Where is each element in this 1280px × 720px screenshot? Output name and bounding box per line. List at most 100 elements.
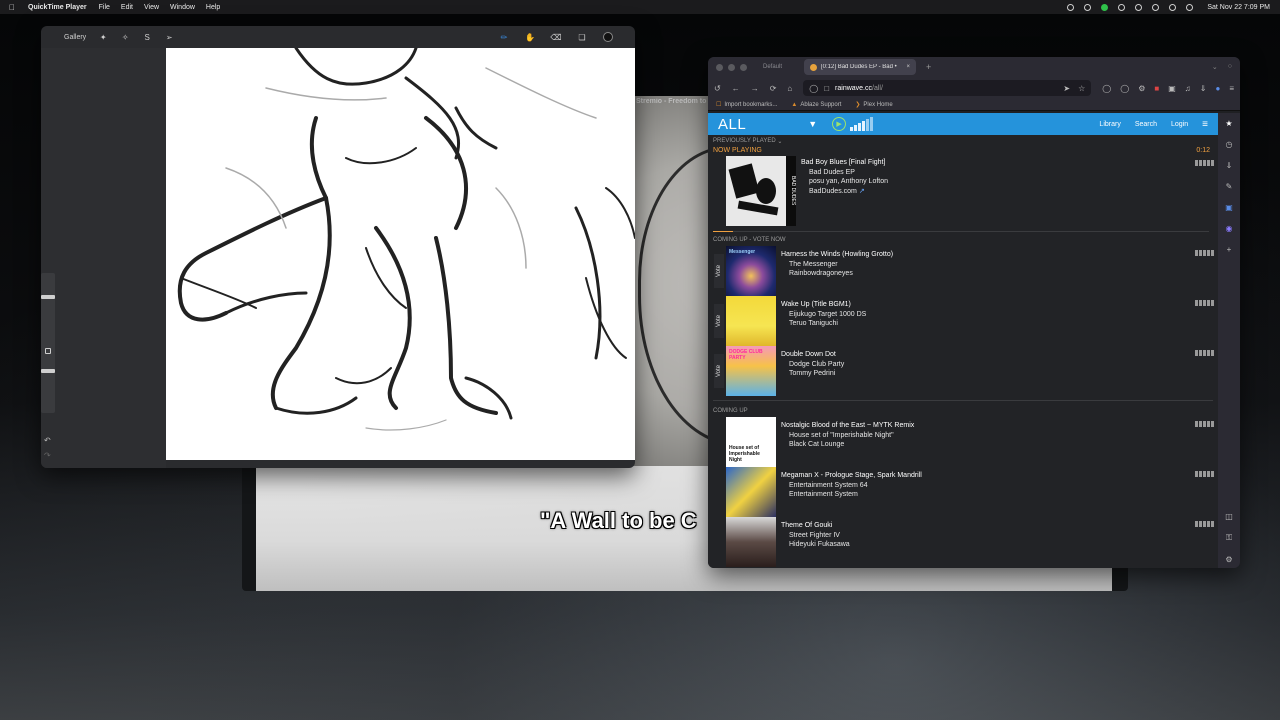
song-artists[interactable]: posu yan, Anthony Lofton bbox=[801, 177, 888, 187]
sound-icon[interactable]: ♫ bbox=[1185, 84, 1191, 93]
undo-icon[interactable]: ↶ bbox=[44, 436, 51, 445]
song-album[interactable]: Bad Dudes EP bbox=[801, 168, 888, 178]
album-art[interactable]: Messenger bbox=[726, 246, 776, 296]
album-art[interactable] bbox=[726, 296, 776, 346]
previously-played-toggle[interactable]: PREVIOUSLY PLAYED ⌄ bbox=[708, 135, 1218, 147]
bookmark-import[interactable]: ☐ Import bookmarks... bbox=[716, 101, 777, 108]
song-title[interactable]: Bad Boy Blues [Final Fight] bbox=[801, 158, 888, 168]
song-album[interactable]: Entertainment System 64 bbox=[781, 481, 922, 491]
selection-icon[interactable]: S bbox=[142, 32, 152, 42]
song-title[interactable]: Nostalgic Blood of the East ~ MYTK Remix bbox=[781, 421, 914, 431]
menu-icon[interactable]: ≡ bbox=[1229, 84, 1234, 93]
song-artist[interactable]: Entertainment System bbox=[781, 490, 922, 500]
minimize-window-button[interactable] bbox=[728, 63, 735, 71]
library-link[interactable]: Library bbox=[1099, 121, 1120, 128]
close-window-button[interactable] bbox=[716, 63, 723, 71]
vote-button[interactable]: Vote bbox=[714, 254, 724, 288]
rating-bars[interactable] bbox=[1195, 350, 1214, 356]
extension-red-icon[interactable]: ■ bbox=[1154, 84, 1159, 93]
new-tab-icon[interactable]: + bbox=[926, 62, 931, 72]
brush-size-slider[interactable] bbox=[41, 295, 55, 299]
drawing-canvas[interactable] bbox=[166, 48, 635, 460]
control-center-icon[interactable] bbox=[1186, 3, 1194, 11]
download-icon[interactable]: ⇓ bbox=[1226, 161, 1233, 170]
transform-icon[interactable]: ➢ bbox=[164, 32, 174, 42]
wrench-icon[interactable]: ✦ bbox=[98, 32, 108, 42]
album-art[interactable] bbox=[726, 517, 776, 567]
vote-song-row[interactable]: Vote Messenger Harness the Winds (Howlin… bbox=[708, 246, 1218, 296]
hamburger-menu-icon[interactable]: ≡ bbox=[1202, 119, 1208, 130]
song-album[interactable]: Eijukugo Target 1000 DS bbox=[781, 310, 866, 320]
volume-bars-icon[interactable] bbox=[850, 117, 874, 131]
star-icon[interactable]: ★ bbox=[1225, 119, 1232, 128]
download-icon[interactable]: ⇓ bbox=[1200, 84, 1207, 93]
queue-song-row[interactable]: House set of Imperishable Night Nostalgi… bbox=[708, 417, 1218, 467]
smudge-icon[interactable]: ✋ bbox=[525, 32, 535, 42]
album-art[interactable]: DODGE CLUB PARTY bbox=[726, 346, 776, 396]
status-icon[interactable] bbox=[1135, 3, 1143, 11]
rating-bars[interactable] bbox=[1195, 471, 1214, 477]
album-art[interactable] bbox=[726, 467, 776, 517]
close-tab-icon[interactable]: × bbox=[907, 64, 911, 70]
song-title[interactable]: Double Down Dot bbox=[781, 350, 844, 360]
settings-icon[interactable]: ⚙ bbox=[1225, 555, 1232, 564]
gallery-button[interactable]: Gallery bbox=[64, 34, 86, 41]
menu-edit[interactable]: Edit bbox=[121, 4, 133, 11]
song-artist[interactable]: Teruo Taniguchi bbox=[781, 319, 866, 329]
song-album[interactable]: Dodge Club Party bbox=[781, 360, 844, 370]
song-artist[interactable]: Tommy Pedrini bbox=[781, 369, 844, 379]
redo-icon[interactable]: ↷ bbox=[44, 451, 51, 460]
sidebar-toggle-icon[interactable]: ◫ bbox=[1225, 512, 1233, 521]
vote-button[interactable]: Vote bbox=[714, 304, 724, 338]
song-title[interactable]: Wake Up (Title BGM1) bbox=[781, 300, 866, 310]
rating-bars[interactable] bbox=[1195, 300, 1214, 306]
station-name[interactable]: ALL bbox=[718, 116, 746, 133]
layers-icon[interactable]: ❏ bbox=[577, 32, 587, 42]
queue-song-row[interactable]: Theme Of Gouki Street Fighter IV Hideyuk… bbox=[708, 517, 1218, 567]
album-art[interactable]: House set of Imperishable Night bbox=[726, 417, 776, 467]
tab-list-icon[interactable]: ⌄ bbox=[1212, 63, 1218, 71]
vote-song-row[interactable]: Vote DODGE CLUB PARTY Double Down Dot Do… bbox=[708, 346, 1218, 396]
chat-icon[interactable]: ◉ bbox=[1226, 224, 1233, 233]
extension-icon[interactable]: ⚙ bbox=[1138, 84, 1145, 93]
account-icon[interactable]: ◯ bbox=[1120, 84, 1129, 93]
status-icon[interactable] bbox=[1067, 3, 1075, 11]
song-link[interactable]: BadDudes.com ↗ bbox=[801, 187, 888, 197]
brush-icon[interactable]: ✏ bbox=[499, 32, 509, 42]
menu-file[interactable]: File bbox=[99, 4, 110, 11]
song-artist[interactable]: Hideyuki Fukasawa bbox=[781, 540, 850, 550]
apple-icon[interactable]:  bbox=[9, 3, 19, 12]
station-dropdown-icon[interactable]: ▼ bbox=[808, 119, 817, 129]
search-icon[interactable] bbox=[1169, 3, 1177, 11]
song-album[interactable]: The Messenger bbox=[781, 260, 893, 270]
queue-song-row[interactable]: Megaman X - Prologue Stage, Spark Mandri… bbox=[708, 467, 1218, 517]
key-icon[interactable]: ⚿ bbox=[1226, 533, 1232, 543]
brush-slider-track[interactable] bbox=[41, 273, 55, 413]
lock-icon[interactable]: □ bbox=[824, 84, 829, 93]
magic-wand-icon[interactable]: ✧ bbox=[120, 32, 130, 42]
bookmark-ablaze[interactable]: ▲ Ablaze Support bbox=[791, 102, 841, 108]
rating-bars[interactable] bbox=[1195, 160, 1214, 166]
bookmark-star-icon[interactable]: ☆ bbox=[1078, 84, 1085, 93]
bookmark-plex[interactable]: ❯ Plex Home bbox=[855, 101, 892, 108]
tab-default[interactable]: Default bbox=[763, 64, 782, 70]
color-swatch[interactable] bbox=[603, 32, 613, 42]
brush-opacity-slider[interactable] bbox=[41, 369, 55, 373]
menu-app-name[interactable]: QuickTime Player bbox=[28, 4, 87, 11]
extension-icon[interactable]: ▣ bbox=[1168, 84, 1176, 93]
reload-icon[interactable]: ↺ bbox=[714, 84, 721, 93]
extension-icon[interactable]: ○ bbox=[1228, 63, 1232, 71]
url-bar[interactable]: ◯ □ rainwave.cc/all/ ➤ ☆ bbox=[803, 80, 1092, 96]
menu-window[interactable]: Window bbox=[170, 4, 195, 11]
menu-help[interactable]: Help bbox=[206, 4, 220, 11]
rating-bars[interactable] bbox=[1195, 250, 1214, 256]
vote-song-row[interactable]: Vote Wake Up (Title BGM1) Eijukugo Targe… bbox=[708, 296, 1218, 346]
song-title[interactable]: Megaman X - Prologue Stage, Spark Mandri… bbox=[781, 471, 922, 481]
play-status-icon[interactable] bbox=[1118, 3, 1126, 11]
extension-blue-icon[interactable]: ● bbox=[1215, 84, 1220, 93]
tab-rainwave[interactable]: [0:12] Bad Dudes EP - Bad • × bbox=[804, 59, 917, 75]
song-title[interactable]: Theme Of Gouki bbox=[781, 521, 850, 531]
zoom-window-button[interactable] bbox=[740, 63, 747, 71]
shield-icon[interactable]: ◯ bbox=[809, 84, 818, 93]
menu-view[interactable]: View bbox=[144, 4, 159, 11]
